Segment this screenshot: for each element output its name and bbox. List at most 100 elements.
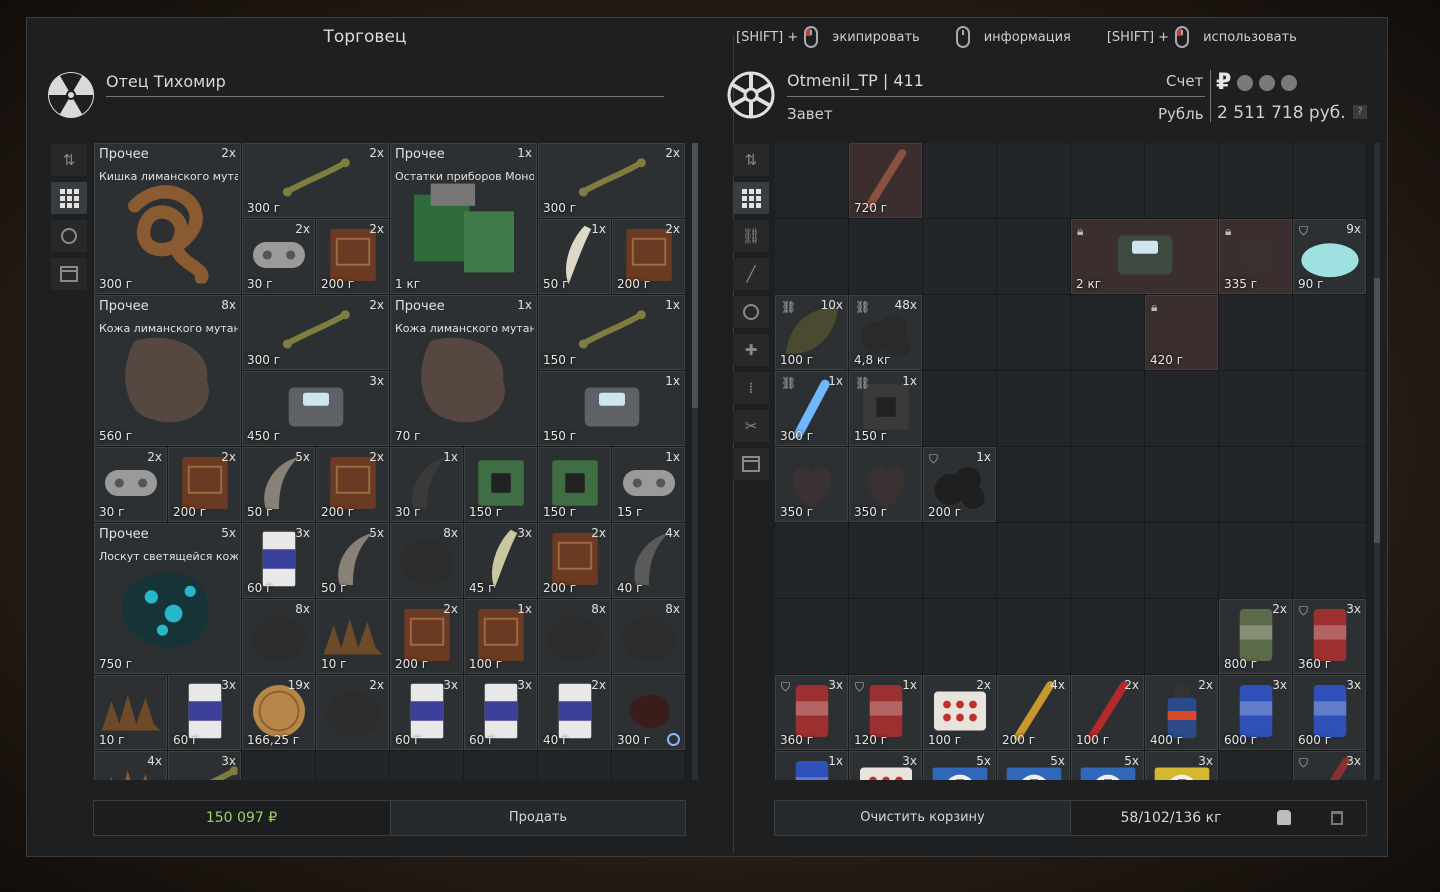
inventory-item[interactable]: 3x 45 г xyxy=(464,523,537,598)
inventory-item[interactable]: 1x 150 г ⛓ xyxy=(849,371,922,446)
gear-icon[interactable] xyxy=(1237,74,1254,91)
inventory-item[interactable]: Прочее Кожа лиманского мутан.. 8x 560 г xyxy=(94,295,241,446)
inventory-item[interactable]: 3x 600 г xyxy=(1293,675,1366,750)
inventory-item[interactable]: 150 г xyxy=(464,447,537,522)
inventory-item[interactable]: 1x 120 г ⛉ xyxy=(849,675,922,750)
grid-cell[interactable] xyxy=(1145,447,1218,522)
inventory-item[interactable]: 2x xyxy=(316,675,389,750)
inventory-item[interactable]: 2x 200 г xyxy=(316,219,389,294)
inventory-item[interactable]: 2x 100 г xyxy=(1071,675,1144,750)
inventory-item[interactable]: 1x 30 г xyxy=(390,447,463,522)
sell-button[interactable]: Продать xyxy=(390,801,685,835)
trader-scrollbar[interactable] xyxy=(692,143,698,780)
grid-cell[interactable] xyxy=(923,295,996,370)
inventory-item[interactable]: 2x 400 г xyxy=(1145,675,1218,750)
trader-inventory-grid[interactable]: Прочее Кишка лиманского мута.. 2x 300 г 2x 30… xyxy=(94,143,686,780)
rifle-icon[interactable]: ╱ xyxy=(733,258,769,290)
inventory-item[interactable]: 2x 30 г xyxy=(242,219,315,294)
inventory-item[interactable]: 2 кг 🔒︎ xyxy=(1071,219,1218,294)
tools-icon[interactable]: ✂ xyxy=(733,410,769,442)
grid-cell[interactable] xyxy=(464,751,537,780)
grid-cell[interactable] xyxy=(1071,295,1144,370)
inventory-item[interactable]: 8x xyxy=(538,599,611,674)
grid-cell[interactable] xyxy=(1219,523,1292,598)
grid-cell[interactable] xyxy=(612,751,685,780)
inventory-item[interactable]: 2x 300 г xyxy=(242,295,389,370)
inventory-item[interactable]: 2x 200 г xyxy=(612,219,685,294)
compass-icon[interactable] xyxy=(1259,74,1276,91)
grid-cell[interactable] xyxy=(1219,143,1292,218)
inventory-item[interactable]: 350 г xyxy=(775,447,848,522)
artifact-icon[interactable] xyxy=(733,296,769,328)
inventory-item[interactable]: 5x xyxy=(923,751,996,780)
sort-icon[interactable]: ⇅ xyxy=(51,144,87,176)
grid-cell[interactable] xyxy=(1219,447,1292,522)
scroll-thumb[interactable] xyxy=(692,143,698,408)
inventory-item[interactable]: 3x xyxy=(1145,751,1218,780)
inventory-item[interactable]: 1x 150 г xyxy=(538,371,685,446)
inventory-item[interactable]: 8x xyxy=(612,599,685,674)
grid-cell[interactable] xyxy=(1219,295,1292,370)
inventory-item[interactable]: 10 г xyxy=(316,599,389,674)
inventory-item[interactable]: Прочее Остатки приборов Моно.. 1x 1 кг xyxy=(390,143,537,294)
inventory-item[interactable]: 1x 100 г xyxy=(464,599,537,674)
inventory-item[interactable]: 420 г 🔒︎ xyxy=(1145,295,1218,370)
grid-icon[interactable] xyxy=(51,182,87,214)
ammo-icon[interactable]: ⁞ xyxy=(733,372,769,404)
inventory-item[interactable]: 2x 300 г xyxy=(538,143,685,218)
inventory-item[interactable]: 300 г xyxy=(612,675,685,750)
grid-cell[interactable] xyxy=(1219,751,1292,780)
inventory-item[interactable]: Прочее Лоскут светящейся кож.. 5x 750 г xyxy=(94,523,241,674)
grid-cell[interactable] xyxy=(849,523,922,598)
inventory-item[interactable]: 8x xyxy=(242,599,315,674)
player-scrollbar[interactable] xyxy=(1374,143,1380,780)
inventory-item[interactable]: 8x xyxy=(390,523,463,598)
clear-cart-button[interactable]: Очистить корзину xyxy=(775,801,1071,835)
grid-cell[interactable] xyxy=(390,751,463,780)
grid-cell[interactable] xyxy=(1071,599,1144,674)
grid-cell[interactable] xyxy=(849,599,922,674)
grid-cell[interactable] xyxy=(997,447,1070,522)
box-icon[interactable] xyxy=(51,258,87,290)
inventory-item[interactable]: 2x 100 г xyxy=(923,675,996,750)
inventory-item[interactable]: 2x 200 г xyxy=(316,447,389,522)
inventory-item[interactable]: 1x 15 г xyxy=(612,447,685,522)
inventory-item[interactable]: 2x 300 г xyxy=(242,143,389,218)
grid-cell[interactable] xyxy=(1293,295,1366,370)
grid-icon[interactable] xyxy=(733,182,769,214)
inventory-item[interactable]: 2x 40 г xyxy=(538,675,611,750)
inventory-item[interactable]: 9x 90 г ⛉ xyxy=(1293,219,1366,294)
grid-cell[interactable] xyxy=(997,219,1070,294)
help-icon[interactable]: ? xyxy=(1353,105,1367,119)
grid-cell[interactable] xyxy=(997,599,1070,674)
grid-cell[interactable] xyxy=(1071,523,1144,598)
inventory-item[interactable]: 10 г xyxy=(94,675,167,750)
sort-icon[interactable]: ⇅ xyxy=(733,144,769,176)
grid-cell[interactable] xyxy=(1071,143,1144,218)
player-inventory-grid[interactable]: 720 г 2 кг 🔒︎ 335 г 🔒︎ 9x 90 г ⛉ 10x 100 г ⛓ 48x 4,8… xyxy=(775,143,1367,780)
inventory-item[interactable]: 4x 40 г xyxy=(612,523,685,598)
inventory-item[interactable]: 335 г 🔒︎ xyxy=(1219,219,1292,294)
grid-cell[interactable] xyxy=(923,143,996,218)
grid-cell[interactable] xyxy=(1293,523,1366,598)
inventory-item[interactable]: 3x 600 г xyxy=(1219,675,1292,750)
grid-cell[interactable] xyxy=(775,219,848,294)
grid-cell[interactable] xyxy=(997,523,1070,598)
grid-cell[interactable] xyxy=(538,751,611,780)
inventory-item[interactable]: 1x 300 г ⛓ xyxy=(775,371,848,446)
grid-cell[interactable] xyxy=(775,599,848,674)
inventory-item[interactable]: 1x 150 г xyxy=(538,295,685,370)
grid-cell[interactable] xyxy=(316,751,389,780)
inventory-item[interactable]: 2x 200 г xyxy=(538,523,611,598)
inventory-item[interactable]: 2x 800 г xyxy=(1219,599,1292,674)
link-icon[interactable]: ⛓ xyxy=(733,220,769,252)
grid-cell[interactable] xyxy=(1293,371,1366,446)
inventory-item[interactable]: 19x 166,25 г xyxy=(242,675,315,750)
grid-cell[interactable] xyxy=(1293,447,1366,522)
medkit-icon[interactable]: ✚ xyxy=(733,334,769,366)
inventory-item[interactable]: 3x 60 г xyxy=(464,675,537,750)
inventory-item[interactable]: 1x xyxy=(775,751,848,780)
grid-cell[interactable] xyxy=(923,371,996,446)
inventory-item[interactable]: Прочее Кожа лиманского мутан.. 1x 70 г xyxy=(390,295,537,446)
artifact-currency-icon[interactable] xyxy=(1281,74,1298,91)
